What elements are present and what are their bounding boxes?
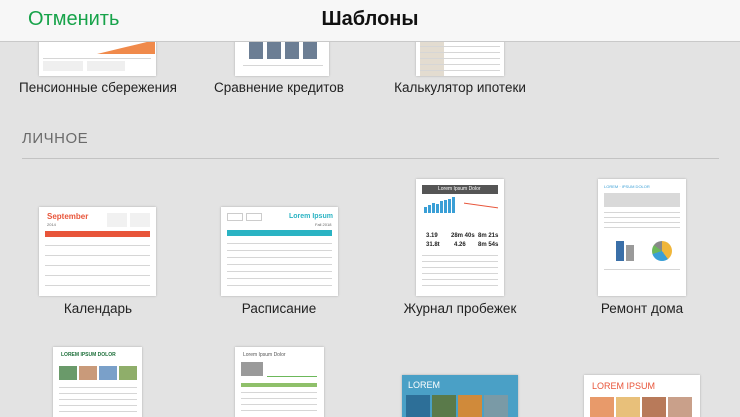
running-stat-1: 3.19	[426, 233, 438, 239]
row3-1-title: LOREM IPSUM DOLOR	[61, 352, 116, 358]
calendar-month-title: September	[47, 212, 89, 221]
running-stat-5: 4.26	[454, 242, 466, 248]
template-thumbnail-calendar[interactable]: September 2014	[39, 207, 156, 296]
section-divider	[22, 158, 719, 159]
section-header-personal: ЛИЧНОЕ	[22, 130, 89, 147]
page-title: Шаблоны	[321, 8, 419, 30]
template-thumbnail-row3-2[interactable]: Lorem Ipsum Dolor	[235, 347, 324, 417]
template-thumbnail-home-improvement[interactable]: LOREM · IPSUM DOLOR	[598, 179, 686, 296]
template-label-calendar: Календарь	[63, 301, 133, 316]
template-label-home-improvement: Ремонт дома	[600, 301, 684, 316]
schedule-title: Lorem Ipsum	[289, 213, 333, 220]
row3-4-title: LOREM IPSUM	[592, 381, 656, 391]
template-thumbnail-running-log[interactable]: Lorem Ipsum Dolor 3.19 28m 40s 8m 21s 31…	[416, 179, 504, 296]
running-stat-3: 8m 21s	[478, 233, 499, 239]
running-stat-6: 8m 54s	[478, 242, 499, 248]
template-label-schedule: Расписание	[241, 301, 317, 316]
template-label-retirement: Пенсионные сбережения	[19, 80, 177, 95]
template-label-running-log: Журнал пробежек	[403, 301, 517, 316]
template-thumbnail-row3-3[interactable]: LOREM	[402, 375, 518, 417]
template-label-mortgage: Калькулятор ипотеки	[394, 80, 526, 95]
calendar-year: 2014	[47, 222, 56, 227]
template-label-loan-comparison: Сравнение кредитов	[214, 80, 344, 95]
navigation-bar: Отменить Шаблоны	[0, 0, 740, 42]
running-stat-4: 31.8t	[426, 242, 440, 248]
row3-3-title: LOREM	[408, 380, 441, 390]
template-thumbnail-row3-4[interactable]: LOREM IPSUM	[584, 375, 700, 417]
home-improvement-title: LOREM · IPSUM DOLOR	[604, 184, 650, 189]
running-log-title: Lorem Ipsum Dolor	[438, 186, 481, 192]
schedule-subtitle: Fall 2018	[315, 222, 332, 227]
template-thumbnail-schedule[interactable]: Lorem Ipsum Fall 2018	[221, 207, 338, 296]
row3-2-title: Lorem Ipsum Dolor	[243, 352, 286, 358]
template-thumbnail-row3-1[interactable]: LOREM IPSUM DOLOR	[53, 347, 142, 417]
running-stat-2: 28m 40s	[451, 233, 475, 239]
